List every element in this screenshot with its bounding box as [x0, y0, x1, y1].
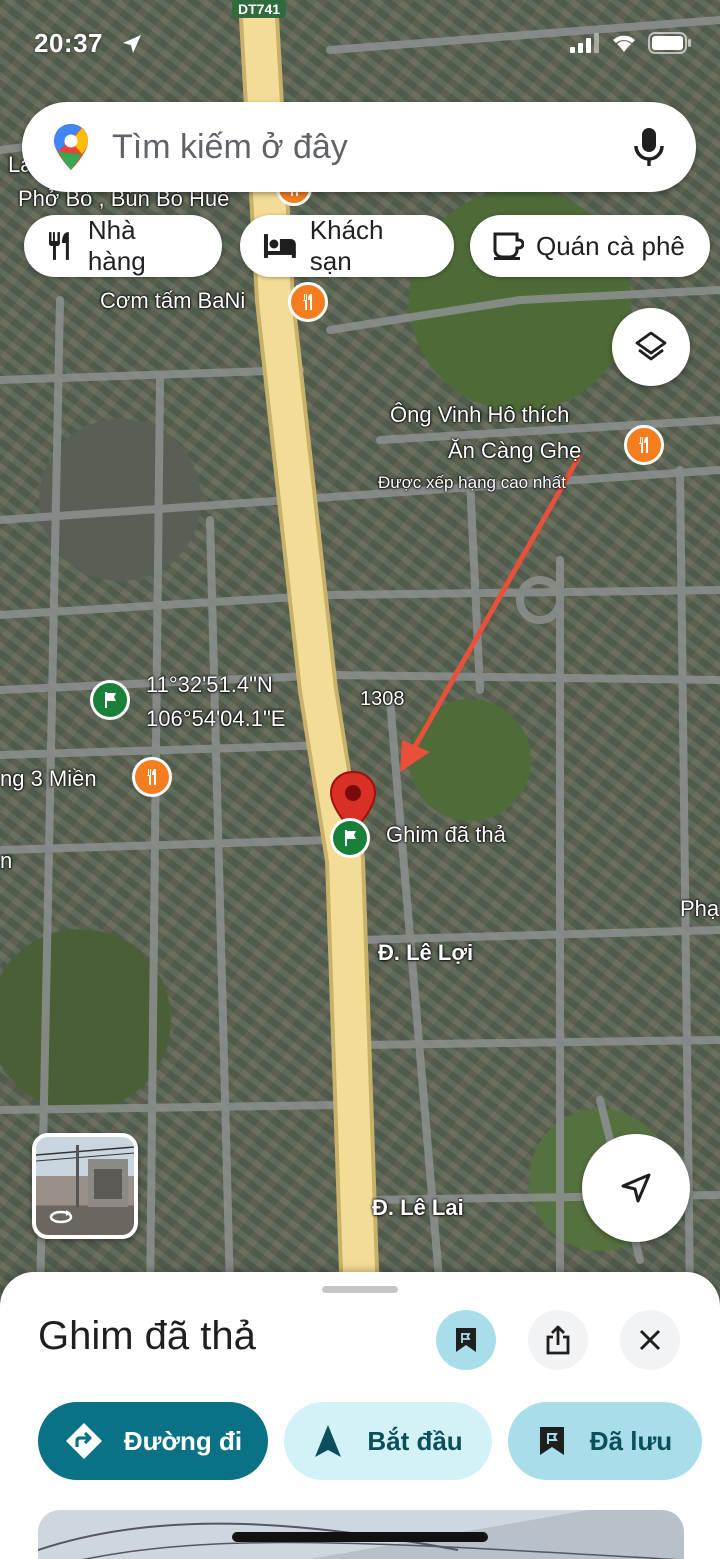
map-label-pha: Phạ: [680, 896, 720, 921]
search-input[interactable]: [112, 127, 592, 167]
street-label-le-loi: Đ. Lê Lợi: [378, 940, 474, 965]
directions-label: Đường đi: [123, 1425, 243, 1456]
location-arrow-icon: [123, 35, 141, 53]
close-icon: [639, 1329, 661, 1351]
saved-bookmark-icon: [539, 1427, 564, 1455]
map-label-ang-cang-ghe[interactable]: Ăn Càng Ghẹ: [448, 438, 581, 464]
chip-restaurants[interactable]: Nhà hàng: [24, 215, 222, 277]
layers-icon: [635, 331, 667, 361]
rotate-360-icon: [49, 1210, 73, 1224]
street-view-thumbnail[interactable]: [32, 1133, 138, 1239]
cellular-signal-icon: [570, 33, 599, 53]
restaurant-pin-icon[interactable]: [132, 757, 172, 797]
restaurant-pin-icon[interactable]: [288, 282, 328, 322]
close-button[interactable]: [620, 1310, 680, 1370]
map-label-dropped-pin: Ghim đã thả: [386, 822, 506, 847]
place-bottom-sheet[interactable]: Ghim đã thả Đường đi Bắt đầu Đã lưu: [0, 1272, 720, 1559]
status-bar: 20:37: [0, 24, 720, 68]
sheet-drag-handle[interactable]: [322, 1286, 398, 1293]
search-bar[interactable]: [22, 102, 696, 192]
route-shield: DT741: [232, 0, 287, 18]
dropped-flag-icon: [330, 818, 370, 858]
layers-button[interactable]: [612, 308, 690, 386]
microphone-icon[interactable]: [632, 126, 666, 168]
share-button[interactable]: [528, 1310, 588, 1370]
chip-restaurants-label: Nhà hàng: [87, 215, 146, 276]
restaurant-icon: [48, 232, 69, 260]
start-label: Bắt đầu: [367, 1425, 463, 1456]
hotel-icon: [263, 234, 296, 258]
google-maps-logo-icon: [54, 124, 88, 170]
home-indicator[interactable]: [232, 1532, 488, 1542]
map-label-ong-vinh[interactable]: Ông Vinh Hô thích: [390, 402, 569, 428]
navigation-start-icon: [315, 1425, 342, 1457]
map-label-1308: 1308: [360, 688, 405, 710]
chip-hotels-label: Khách sạn: [309, 215, 384, 276]
map-label-3-mien[interactable]: ng 3 Miền: [0, 766, 97, 792]
map-label-coord-lng: 106°54'04.1"E: [146, 706, 286, 731]
wifi-icon: [613, 35, 635, 52]
saved-button[interactable]: Đã lưu: [508, 1402, 702, 1480]
map-label-top-rated: Được xếp hạng cao nhất: [378, 473, 566, 492]
restaurant-pin-icon[interactable]: [624, 425, 664, 465]
directions-button[interactable]: Đường đi: [38, 1402, 268, 1480]
navigation-arrow-icon: [621, 1173, 651, 1203]
battery-icon: [648, 32, 691, 54]
chip-cafes-label: Quán cà phê: [536, 230, 685, 261]
status-time: 20:37: [34, 28, 103, 58]
map-label-com-tam[interactable]: Cơm tấm BaNi: [100, 288, 245, 314]
chip-cafes[interactable]: Quán cà phê: [470, 215, 710, 277]
satellite-map[interactable]: DT741 La Phở Bò , Bún Bò Huế Cơm tấm BaN…: [0, 0, 720, 1300]
flag-pin-icon[interactable]: [90, 680, 130, 720]
start-button[interactable]: Bắt đầu: [284, 1402, 492, 1480]
my-location-button[interactable]: [582, 1134, 690, 1242]
bookmark-flag-icon: [456, 1328, 476, 1352]
place-title: Ghim đã thả: [38, 1314, 256, 1358]
directions-icon: [65, 1423, 102, 1459]
saved-label: Đã lưu: [589, 1425, 673, 1456]
map-label-n: n: [0, 848, 13, 873]
coffee-icon: [493, 232, 524, 260]
street-label-le-lai: Đ. Lê Lai: [372, 1195, 464, 1220]
share-icon: [546, 1325, 570, 1355]
chip-hotels[interactable]: Khách sạn: [240, 215, 454, 277]
map-label-coord-lat: 11°32'51.4"N: [146, 672, 273, 697]
save-bookmark-button[interactable]: [436, 1310, 496, 1370]
